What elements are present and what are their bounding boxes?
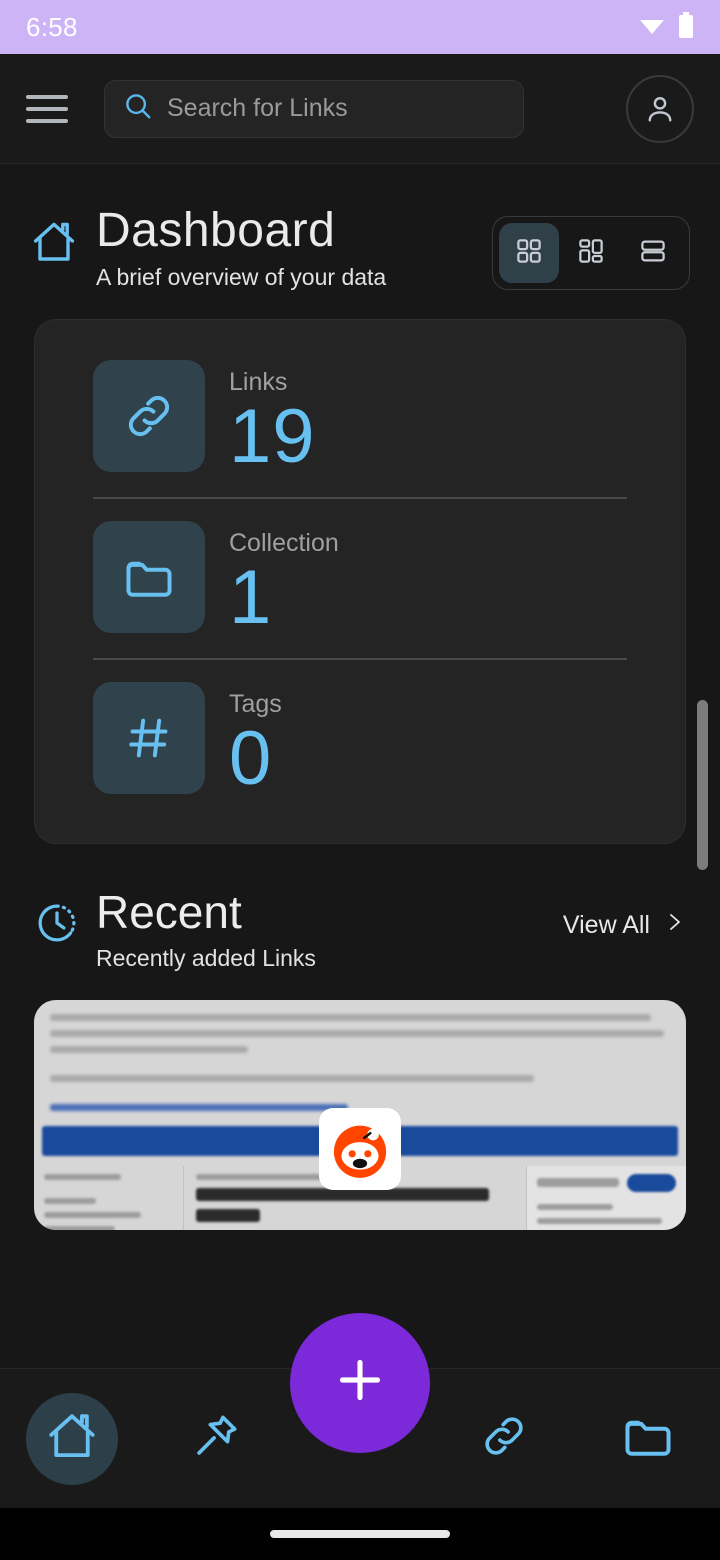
preview-accept-button	[42, 1125, 355, 1156]
view-all-button[interactable]: View All	[563, 910, 686, 941]
app-root: 6:58 Search for Links Dashboard A brief …	[0, 0, 720, 1560]
gesture-navigation-area	[0, 1508, 720, 1560]
hamburger-menu-icon[interactable]	[26, 94, 68, 123]
view-mode-grid[interactable]	[499, 223, 559, 283]
page-title: Dashboard	[96, 204, 336, 257]
nav-links[interactable]	[432, 1369, 576, 1509]
reddit-icon	[319, 1107, 401, 1190]
preview-line	[50, 1074, 534, 1082]
plus-icon	[332, 1352, 388, 1413]
stat-texts: Tags 0	[229, 682, 282, 797]
app-bar: Search for Links	[0, 54, 720, 164]
link-icon	[93, 360, 205, 473]
battery-icon	[678, 11, 694, 43]
preview-sidebar	[34, 1165, 184, 1230]
stat-texts: Links 19	[229, 360, 316, 475]
page-header: Dashboard A brief overview of your data	[0, 164, 720, 291]
pin-icon	[190, 1410, 242, 1467]
preview-line	[50, 1045, 249, 1053]
preview-line	[50, 1013, 652, 1021]
user-avatar-icon[interactable]	[626, 74, 694, 143]
preview-text-block	[34, 1000, 686, 1111]
status-time: 6:58	[26, 11, 78, 42]
masonry-icon	[576, 236, 606, 271]
view-all-label: View All	[562, 911, 650, 940]
preview-reject-button	[365, 1125, 678, 1156]
search-icon	[123, 91, 153, 126]
bottom-navigation-bar	[0, 1312, 720, 1509]
stat-label: Collection	[229, 529, 339, 558]
stats-card: Links 19 Collection 1 Tags 0	[34, 319, 686, 845]
stat-row-tags[interactable]: Tags 0	[35, 660, 685, 819]
recent-header: Recent Recently added Links View All	[0, 844, 720, 971]
grid-icon	[514, 236, 544, 271]
view-mode-masonry[interactable]	[561, 223, 621, 283]
view-mode-list[interactable]	[623, 223, 683, 283]
nav-add-slot	[288, 1312, 432, 1509]
search-placeholder: Search for Links	[167, 94, 348, 122]
scrollbar-track[interactable]	[697, 170, 714, 1370]
status-bar: 6:58	[0, 0, 720, 54]
nav-home[interactable]	[0, 1369, 144, 1509]
preview-aside	[526, 1165, 686, 1230]
nav-add[interactable]	[290, 1312, 430, 1453]
nav-collections[interactable]	[576, 1369, 720, 1509]
search-input[interactable]: Search for Links	[104, 79, 524, 138]
preview-line	[50, 1029, 664, 1037]
recent-link-preview-card[interactable]	[34, 999, 686, 1230]
stat-label: Links	[229, 368, 288, 397]
stat-texts: Collection 1	[229, 521, 339, 636]
stat-value: 0	[229, 716, 273, 802]
stat-value: 1	[229, 555, 273, 641]
stat-value: 19	[229, 394, 316, 480]
hash-tag-icon	[93, 682, 205, 795]
folder-icon	[93, 521, 205, 634]
recent-title: Recent	[96, 886, 242, 939]
page-subtitle: A brief overview of your data	[96, 264, 387, 291]
home-icon	[30, 218, 78, 271]
chevron-right-icon	[662, 910, 686, 941]
stat-row-links[interactable]: Links 19	[35, 338, 685, 497]
list-icon	[638, 236, 668, 271]
page-header-titles: Dashboard A brief overview of your data	[96, 204, 492, 291]
clock-history-icon	[34, 900, 80, 951]
stat-row-collection[interactable]: Collection 1	[35, 499, 685, 658]
stat-label: Tags	[229, 690, 282, 719]
nav-pinned[interactable]	[144, 1369, 288, 1509]
recent-subtitle: Recently added Links	[96, 944, 316, 971]
wifi-icon	[639, 15, 665, 40]
preview-line	[50, 1103, 348, 1111]
recent-titles: Recent Recently added Links	[96, 888, 563, 971]
gesture-pill[interactable]	[270, 1530, 450, 1538]
view-mode-toggle	[492, 216, 690, 290]
scrollbar-thumb[interactable]	[697, 700, 708, 870]
link-icon	[478, 1410, 530, 1467]
home-icon	[45, 1409, 99, 1468]
status-icons	[639, 11, 694, 43]
folder-icon	[620, 1408, 676, 1469]
